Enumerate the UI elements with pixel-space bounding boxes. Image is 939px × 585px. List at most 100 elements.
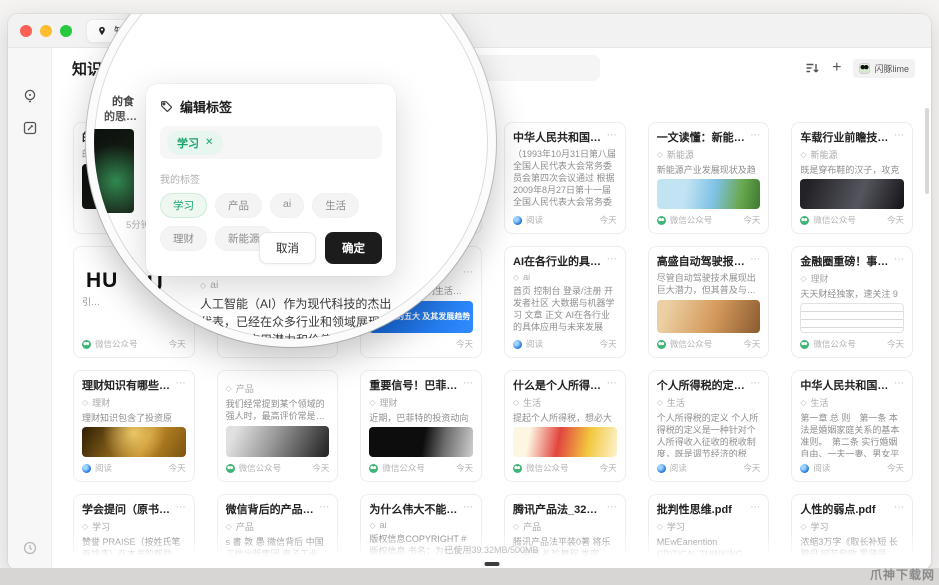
card-title: 中华人民共和国消费者权… xyxy=(513,131,603,145)
extension-badge[interactable]: 闪豚lime xyxy=(853,59,915,78)
minimize-window-button[interactable] xyxy=(40,25,52,37)
more-icon[interactable]: ⋯ xyxy=(176,379,186,389)
vertical-scrollbar[interactable] xyxy=(925,108,929,194)
note-card[interactable]: 人性的弱点.pdf⋯◇学习浓缩3万字《取长补短 长赠丹 网节包欧 里骑录 得订全… xyxy=(791,494,913,570)
history-clock-icon[interactable] xyxy=(22,540,38,556)
more-icon[interactable]: ⋯ xyxy=(750,255,760,265)
edit-tags-dialog: 编辑标签 学习✕ 我的标签 学习产品ai生活理财新能源 取消 确定 xyxy=(146,84,396,276)
note-card[interactable]: 车载行业前瞻技术---AI…⋯◇新能源既是穿布鞋的汉子，攻克中坚技术主义的汽车电… xyxy=(791,122,913,234)
tag-label: 学习 xyxy=(92,520,110,533)
more-icon[interactable]: ⋯ xyxy=(607,131,617,141)
my-tag-pill[interactable]: 学习 xyxy=(160,193,207,218)
reader-icon xyxy=(800,464,809,473)
more-icon[interactable]: ⋯ xyxy=(463,268,473,278)
close-window-button[interactable] xyxy=(20,25,32,37)
note-card[interactable]: 什么是个人所得税?⋯◇生活提起个人所得税，想必大家都不陌生 你可曾听过各种各样的… xyxy=(504,370,626,482)
my-tag-pill[interactable]: 理财 xyxy=(160,226,207,251)
note-card[interactable]: 腾讯产品法_3230.pdf⋯◇产品腾讯产品法平装0著 将乐＜俄查 礼珍舞程 类… xyxy=(504,494,626,570)
card-title-row: 中华人民共和国消费者权… ⋯ xyxy=(513,131,617,145)
more-icon[interactable]: ⋯ xyxy=(894,131,904,141)
note-card[interactable]: 个人所得税的定义_搜狐…⋯◇生活个人所得税的定义 个人所得税的定义是一种针对个人… xyxy=(648,370,770,482)
more-icon[interactable]: ⋯ xyxy=(894,255,904,265)
tag-icon: ◇ xyxy=(200,281,206,290)
card-tag: ◇生活 xyxy=(513,396,617,409)
selected-tag-label: 学习 xyxy=(177,135,199,151)
card-thumbnail xyxy=(82,427,186,457)
more-icon[interactable]: ⋯ xyxy=(894,503,904,513)
note-card[interactable]: AI在各行业的具体应用与…⋯◇ai首页 控制台 登录/注册 开发者社区 大数据与… xyxy=(504,246,626,358)
more-icon[interactable]: ⋯ xyxy=(607,379,617,389)
tag-input-field[interactable]: 学习 ✕ xyxy=(160,126,382,159)
more-icon[interactable]: ⋯ xyxy=(750,131,760,141)
card-title-row: AI在各行业的具体应用与…⋯ xyxy=(513,255,617,269)
card-body: s 書 敦 愚 微信背后 中国工信出版集团 电子工业出版社 http://www… xyxy=(226,536,330,559)
card-footer: 微信公众号今天 xyxy=(369,457,473,474)
note-card[interactable]: 高盛自动驾驶报告：AI技…⋯ 尽管自动驾驶技术展现出巨大潜力，但其普及与推广仍然面… xyxy=(648,246,770,358)
idea-bulb-icon[interactable] xyxy=(22,88,38,104)
card-body: 尽管自动驾驶技术展现出巨大潜力，但其普及与推广仍然面临诸… xyxy=(657,272,761,296)
source-label: 阅读 xyxy=(95,462,112,474)
card-title: 人性的弱点.pdf xyxy=(800,503,890,517)
resize-handle[interactable] xyxy=(484,562,499,566)
desktop-strip xyxy=(0,568,939,585)
add-note-button[interactable]: + xyxy=(832,60,841,76)
note-card[interactable]: 中华人民共和国婚姻法⋯◇生活第一章 总 则 第一条 本法是婚姻家庭关系的基本准则… xyxy=(791,370,913,482)
note-card[interactable]: 为什么伟大不能被计划.p…⋯◇ai版权信息COPYRIGHT # 版权信息 书名… xyxy=(360,494,482,570)
note-card[interactable]: 金融圈重磅！事关银行理…⋯◇理财天天财经独家，速关注 9月24日以来 随着一揽子… xyxy=(791,246,913,358)
card-body: 近期，巴菲特的投资动向引发市场广泛讨论。作为以长线投资著称… xyxy=(369,412,473,423)
more-icon[interactable]: ⋯ xyxy=(463,379,473,389)
sort-icon[interactable] xyxy=(804,60,820,76)
source-label: 阅读 xyxy=(670,462,687,474)
pin-icon xyxy=(97,26,107,36)
tag-label: 理财 xyxy=(92,396,110,409)
card-title-row: 什么是个人所得税?⋯ xyxy=(513,379,617,393)
note-card[interactable]: 中华人民共和国消费者权… ⋯ （1993年10月31日第八届全国人民代表大会常务委员… xyxy=(504,122,626,234)
card-title: 为什么伟大不能被计划.p… xyxy=(369,503,459,517)
traffic-lights xyxy=(20,25,72,37)
dialog-title: 编辑标签 xyxy=(180,97,232,116)
card-tag: ◇理财 xyxy=(800,272,904,285)
my-tag-pill[interactable]: 产品 xyxy=(215,193,262,218)
compose-icon[interactable] xyxy=(22,120,38,136)
wechat-icon xyxy=(800,340,809,349)
note-card[interactable]: 一文读懂：新能源产业发…⋯◇新能源新能源产业发展现状及趋势 新能源产业，作为21… xyxy=(648,122,770,234)
card-footer: 阅读今天 xyxy=(82,457,186,474)
more-icon[interactable]: ⋯ xyxy=(463,503,473,513)
card-title-row: 一文读懂：新能源产业发…⋯ xyxy=(657,131,761,145)
time-label: 今天 xyxy=(743,462,760,474)
note-card[interactable]: 批判性思维.pdf⋯◇学习MEwEanention CRITICAL THINK… xyxy=(648,494,770,570)
more-icon[interactable]: ⋯ xyxy=(176,503,186,513)
note-card[interactable]: 重要信号！巴菲特大抛…⋯◇理财近期，巴菲特的投资动向引发市场广泛讨论。作为以长线… xyxy=(360,370,482,482)
card-title-row: 金融圈重磅！事关银行理…⋯ xyxy=(800,255,904,269)
note-card[interactable]: 微信背后的产品观_.pdf⋯◇产品s 書 敦 愚 微信背后 中国工信出版集团 电… xyxy=(217,494,339,570)
tag-icon: ◇ xyxy=(657,150,663,159)
more-icon[interactable]: ⋯ xyxy=(750,379,760,389)
note-card[interactable]: 理财知识有哪些值得了解…⋯◇理财理财知识包含了投资原则、投资产品、投资市场、风险… xyxy=(73,370,195,482)
my-tag-pill[interactable]: 生活 xyxy=(312,193,359,218)
card-footer: 阅读今天 xyxy=(800,457,904,474)
more-icon[interactable]: ⋯ xyxy=(750,503,760,513)
card-body: MEwEanention CRITICAL THINKING批判性思维 原书第1… xyxy=(657,536,761,559)
my-tag-pill[interactable]: ai xyxy=(270,193,304,218)
tag-icon: ◇ xyxy=(513,398,519,407)
confirm-button[interactable]: 确定 xyxy=(325,232,382,264)
card-body: 既是穿布鞋的汉子，攻克中坚技术主义的汽车电子工程师，老经… xyxy=(800,164,904,175)
zoom-window-button[interactable] xyxy=(60,25,72,37)
card-body: （1993年10月31日第八届全国人民代表大会常务委员会第四次会议通过 根据20… xyxy=(513,148,617,209)
selected-tag-pill[interactable]: 学习 ✕ xyxy=(167,131,223,155)
card-title: 高盛自动驾驶报告：AI技… xyxy=(657,255,747,269)
note-card[interactable]: 学会提问（原书第12版-…⋯◇学习赞誉 PRAISE（按姓氏笔画排序）在本书的帮… xyxy=(73,494,195,570)
card-column: 中华人民共和国消费者权… ⋯ （1993年10月31日第八届全国人民代表大会常务委员… xyxy=(504,122,626,570)
storage-status: 已使用39.32MB/500MB xyxy=(444,543,538,556)
more-icon[interactable]: ⋯ xyxy=(607,255,617,265)
note-card[interactable]: ◇产品我们经常提到某个领域的强人时，最高评价常是说他是某某之神了…微信公众号今天 xyxy=(217,370,339,482)
more-icon[interactable]: ⋯ xyxy=(894,379,904,389)
card-title: 一文读懂：新能源产业发… xyxy=(657,131,747,145)
more-icon[interactable]: ⋯ xyxy=(319,503,329,513)
cancel-button[interactable]: 取消 xyxy=(259,232,316,264)
source-label: 阅读 xyxy=(526,338,543,350)
tag-label: 新能源 xyxy=(667,148,694,161)
remove-tag-icon[interactable]: ✕ xyxy=(205,137,213,148)
more-icon[interactable]: ⋯ xyxy=(607,503,617,513)
tag-label: 学习 xyxy=(811,520,829,533)
